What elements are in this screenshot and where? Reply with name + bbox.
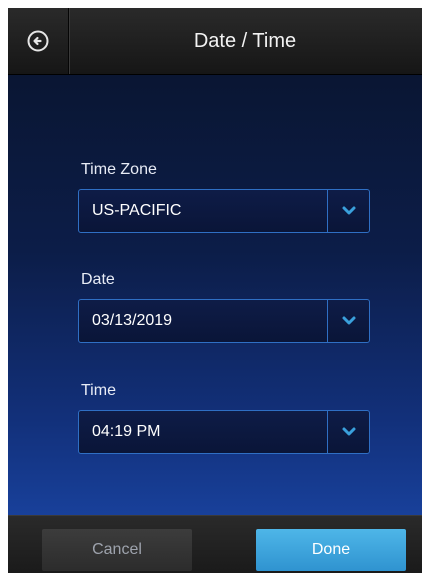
settings-panel: Time Zone US-PACIFIC Date 03/13/2019 Tim… (8, 75, 422, 515)
date-value: 03/13/2019 (92, 312, 173, 329)
date-select[interactable]: 03/13/2019 (78, 299, 370, 343)
back-arrow-circle-icon (27, 30, 49, 52)
chevron-down-icon[interactable] (341, 425, 357, 439)
time-zone-select[interactable]: US-PACIFIC (78, 189, 370, 233)
time-value: 04:19 PM (92, 423, 161, 440)
select-divider (327, 411, 328, 453)
time-label: Time (81, 382, 116, 399)
select-divider (327, 300, 328, 342)
time-zone-label: Time Zone (81, 161, 157, 178)
time-select[interactable]: 04:19 PM (78, 410, 370, 454)
footer-bar: Cancel Done (8, 515, 422, 573)
cancel-button[interactable]: Cancel (42, 529, 192, 571)
chevron-down-icon[interactable] (341, 204, 357, 218)
back-button[interactable] (8, 8, 69, 74)
done-button[interactable]: Done (256, 529, 406, 571)
page-title: Date / Time (193, 30, 297, 52)
chevron-down-icon[interactable] (341, 314, 357, 328)
select-divider (327, 190, 328, 232)
date-time-screen: Date / Time Time Zone US-PACIFIC Date 03… (8, 8, 422, 573)
date-label: Date (81, 271, 115, 288)
header-bar: Date / Time (8, 8, 422, 75)
time-zone-value: US-PACIFIC (92, 202, 182, 219)
